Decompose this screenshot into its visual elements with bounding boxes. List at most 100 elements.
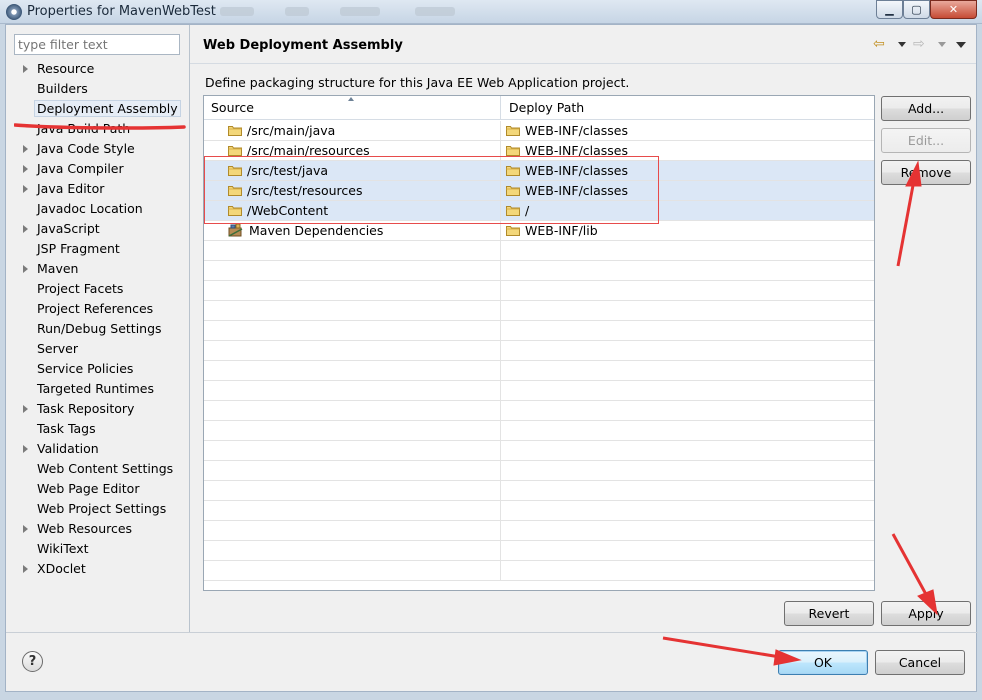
deploy-path-cell: [502, 521, 874, 541]
remove-button[interactable]: Remove: [881, 160, 971, 185]
sidebar-item-label: Service Policies: [37, 361, 134, 376]
back-menu-chevron-icon[interactable]: [898, 42, 906, 47]
sidebar-item[interactable]: Server: [6, 340, 190, 360]
sidebar-item[interactable]: Service Policies: [6, 360, 190, 380]
pane-divider[interactable]: [189, 25, 190, 632]
ok-button[interactable]: OK: [778, 650, 868, 675]
close-window-button[interactable]: ✕: [930, 0, 977, 19]
sidebar-item[interactable]: Task Tags: [6, 420, 190, 440]
sidebar-item[interactable]: Run/Debug Settings: [6, 320, 190, 340]
expand-chevron-icon[interactable]: [23, 225, 28, 233]
sidebar-item[interactable]: Validation: [6, 440, 190, 460]
source-cell: /src/test/resources: [204, 181, 501, 201]
expand-chevron-icon[interactable]: [23, 525, 28, 533]
empty-table-row: [204, 381, 874, 401]
sidebar-item[interactable]: XDoclet: [6, 560, 190, 580]
sidebar-item[interactable]: Project References: [6, 300, 190, 320]
empty-table-row: [204, 421, 874, 441]
filter-input[interactable]: [14, 34, 180, 55]
deploy-path-cell: WEB-INF/classes: [502, 141, 874, 161]
expand-chevron-icon[interactable]: [23, 185, 28, 193]
folder-icon: [506, 145, 520, 156]
expand-chevron-icon[interactable]: [23, 265, 28, 273]
help-icon[interactable]: ?: [22, 651, 43, 672]
expand-chevron-icon[interactable]: [23, 445, 28, 453]
sidebar-item[interactable]: JavaScript: [6, 220, 190, 240]
sidebar-item[interactable]: Java Build Path: [6, 120, 190, 140]
table-row[interactable]: Maven Dependencies WEB-INF/lib: [204, 221, 874, 241]
table-row[interactable]: /WebContent /: [204, 201, 874, 221]
back-arrow-icon[interactable]: ⇦: [873, 36, 885, 52]
edit-button[interactable]: Edit...: [881, 128, 971, 153]
sidebar-item[interactable]: Web Resources: [6, 520, 190, 540]
forward-arrow-icon[interactable]: ⇨: [913, 36, 925, 52]
source-cell: [204, 521, 501, 541]
cancel-button[interactable]: Cancel: [875, 650, 965, 675]
table-row[interactable]: /src/main/resources WEB-INF/classes: [204, 141, 874, 161]
table-row[interactable]: /src/main/java WEB-INF/classes: [204, 121, 874, 141]
column-header-deploy-path[interactable]: Deploy Path: [502, 96, 874, 120]
add-button[interactable]: Add...: [881, 96, 971, 121]
source-cell: [204, 501, 501, 521]
sidebar-item-label: Builders: [37, 81, 88, 96]
view-menu-icon[interactable]: [956, 42, 966, 48]
expand-chevron-icon[interactable]: [23, 565, 28, 573]
sidebar-item[interactable]: Web Project Settings: [6, 500, 190, 520]
source-cell: [204, 441, 501, 461]
source-cell: [204, 341, 501, 361]
expand-chevron-icon[interactable]: [23, 405, 28, 413]
deploy-path-cell: [502, 321, 874, 341]
sidebar-item[interactable]: Java Editor: [6, 180, 190, 200]
sidebar-item[interactable]: Task Repository: [6, 400, 190, 420]
sidebar-item[interactable]: Java Code Style: [6, 140, 190, 160]
deploy-path-cell: [502, 341, 874, 361]
folder-icon: [506, 125, 520, 136]
sidebar-item[interactable]: Web Content Settings: [6, 460, 190, 480]
sidebar-item[interactable]: Deployment Assembly: [6, 100, 190, 120]
deploy-path-cell: WEB-INF/lib: [502, 221, 874, 241]
sidebar-item-label: Web Project Settings: [37, 501, 167, 516]
apply-button[interactable]: Apply: [881, 601, 971, 626]
folder-icon: [506, 165, 520, 176]
table-row[interactable]: /src/test/resources WEB-INF/classes: [204, 181, 874, 201]
expand-chevron-icon[interactable]: [23, 165, 28, 173]
deploy-path-cell: [502, 241, 874, 261]
sidebar-item[interactable]: Project Facets: [6, 280, 190, 300]
minimize-button[interactable]: ▁: [876, 0, 903, 19]
expand-chevron-icon[interactable]: [23, 65, 28, 73]
blurred-title-area: [285, 7, 309, 16]
sidebar-item-label: Server: [37, 341, 78, 356]
source-cell: [204, 361, 501, 381]
sidebar-item[interactable]: Targeted Runtimes: [6, 380, 190, 400]
forward-menu-chevron-icon[interactable]: [938, 42, 946, 47]
revert-button[interactable]: Revert: [784, 601, 874, 626]
sidebar-item[interactable]: Javadoc Location: [6, 200, 190, 220]
empty-table-row: [204, 261, 874, 281]
sidebar-item-label: Web Resources: [37, 521, 133, 536]
deploy-path-cell: [502, 501, 874, 521]
sidebar-item[interactable]: Web Page Editor: [6, 480, 190, 500]
source-cell: [204, 381, 501, 401]
column-header-source[interactable]: Source: [204, 96, 501, 120]
sidebar-item-label: Maven: [37, 261, 79, 276]
sidebar-item[interactable]: Builders: [6, 80, 190, 100]
sidebar-item[interactable]: WikiText: [6, 540, 190, 560]
table-row[interactable]: /src/test/java WEB-INF/classes: [204, 161, 874, 181]
maximize-button[interactable]: ▢: [903, 0, 930, 19]
empty-table-row: [204, 341, 874, 361]
source-cell: [204, 281, 501, 301]
expand-chevron-icon[interactable]: [23, 145, 28, 153]
source-cell: /src/main/resources: [204, 141, 501, 161]
sidebar-item-label: Java Build Path: [37, 121, 131, 136]
sidebar-item-label: JavaScript: [37, 221, 100, 236]
source-cell: [204, 541, 501, 561]
sidebar-item[interactable]: Maven: [6, 260, 190, 280]
sidebar-item[interactable]: Resource: [6, 60, 190, 80]
sidebar-item[interactable]: Java Compiler: [6, 160, 190, 180]
folder-icon: [506, 225, 520, 236]
deploy-path-cell: [502, 541, 874, 561]
source-text: /src/main/resources: [247, 143, 370, 158]
deploy-path-cell: WEB-INF/classes: [502, 161, 874, 181]
sidebar-item[interactable]: JSP Fragment: [6, 240, 190, 260]
sidebar-item-label: JSP Fragment: [37, 241, 120, 256]
